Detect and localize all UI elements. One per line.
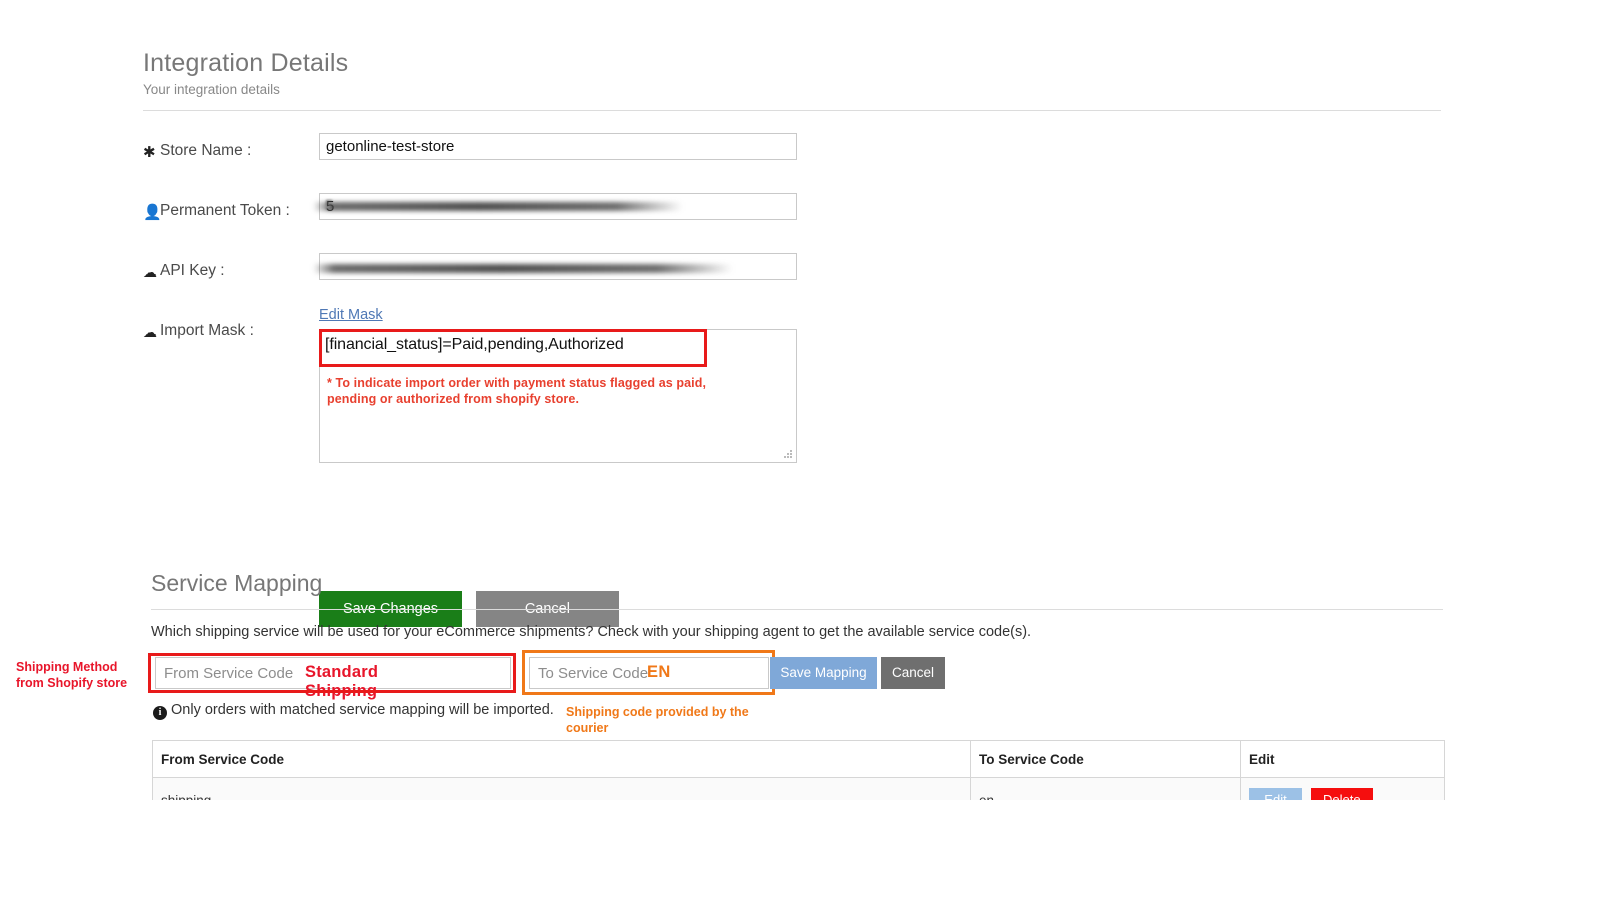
info-icon: i: [153, 706, 167, 720]
from-service-code-input[interactable]: [155, 657, 511, 689]
field-row-import-mask: ☁Import Mask : Edit Mask [financial_stat…: [143, 313, 1443, 493]
api-key-input[interactable]: [319, 253, 797, 280]
cloud-icon: ☁: [143, 262, 160, 282]
service-mapping-description: Which shipping service will be used for …: [151, 622, 1443, 642]
permanent-token-input[interactable]: [319, 193, 797, 220]
field-row-permanent-token: 👤Permanent Token : 5: [143, 193, 1443, 253]
store-name-label-text: Store Name :: [160, 142, 251, 159]
service-mapping-divider: [151, 609, 1443, 610]
service-mapping-title: Service Mapping: [151, 568, 1443, 598]
permanent-token-label-text: Permanent Token :: [160, 202, 290, 219]
user-icon: 👤: [143, 203, 160, 223]
annotation-shipping-method-label: Shipping Method from Shopify store: [16, 659, 146, 691]
page-subtitle: Your integration details: [143, 81, 1443, 98]
edit-mask-link[interactable]: Edit Mask: [319, 307, 383, 323]
mapping-cancel-button[interactable]: Cancel: [881, 657, 945, 689]
field-row-api-key: ☁API Key :: [143, 253, 1443, 313]
title-divider: [143, 110, 1441, 111]
store-name-label: ✱Store Name :: [143, 141, 251, 163]
import-mask-note: * To indicate import order with payment …: [327, 375, 757, 407]
save-mapping-button[interactable]: Save Mapping: [770, 657, 877, 689]
cloud-icon: ☁: [143, 322, 160, 342]
page-root: Integration Details Your integration det…: [0, 0, 1600, 900]
field-row-store-name: ✱Store Name :: [143, 133, 1443, 193]
import-mask-label: ☁Import Mask :: [143, 321, 254, 342]
service-mapping-panel: Service Mapping Which shipping service w…: [151, 568, 1443, 642]
to-service-code-input[interactable]: [529, 657, 769, 689]
api-key-label: ☁API Key :: [143, 261, 225, 282]
viewport-bottom-clip: [0, 800, 1600, 900]
column-header-edit: Edit: [1241, 741, 1445, 778]
integration-form: ✱Store Name : 👤Permanent Token : 5 ☁API …: [143, 133, 1443, 493]
column-header-to-service-code: To Service Code: [971, 741, 1241, 778]
column-header-from-service-code: From Service Code: [153, 741, 971, 778]
integration-details-panel: Integration Details Your integration det…: [143, 48, 1443, 111]
store-name-input[interactable]: [319, 133, 797, 160]
api-key-label-text: API Key :: [160, 262, 225, 279]
annotation-shipping-code-label: Shipping code provided by the courier: [566, 704, 766, 736]
service-mapping-info-text: Only orders with matched service mapping…: [171, 702, 554, 718]
import-mask-highlight-box: [319, 329, 707, 367]
page-title: Integration Details: [143, 48, 1443, 78]
import-mask-label-text: Import Mask :: [160, 322, 254, 339]
permanent-token-label: 👤Permanent Token :: [143, 201, 290, 223]
asterisk-icon: ✱: [143, 143, 160, 163]
table-header-row: From Service Code To Service Code Edit: [153, 741, 1445, 778]
service-mapping-info: i Only orders with matched service mappin…: [153, 700, 554, 720]
